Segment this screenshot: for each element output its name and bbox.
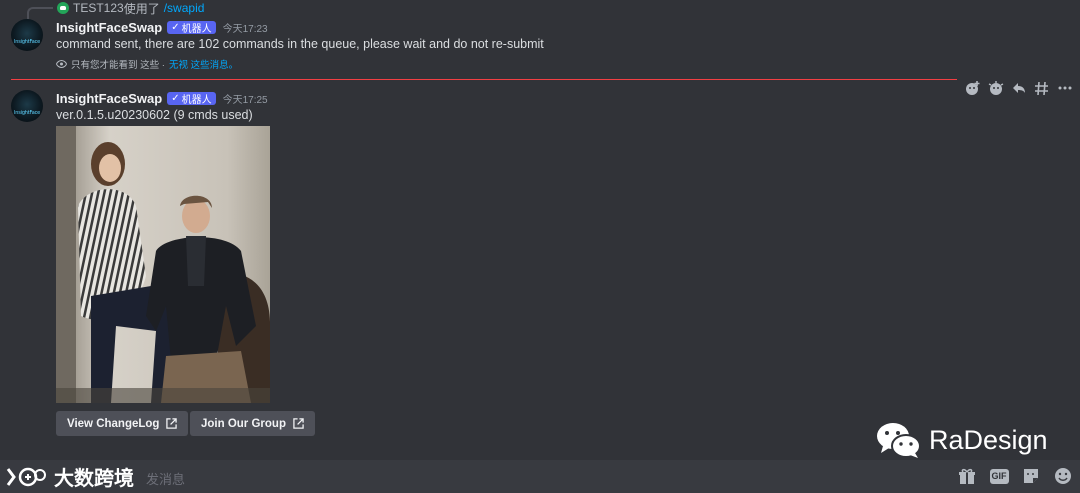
username[interactable]: InsightFaceSwap (56, 20, 162, 35)
reply-user-avatar-icon (57, 2, 69, 14)
bot-tag: ✓ 机器人 (167, 20, 216, 35)
external-link-icon (166, 418, 178, 429)
dashu-logo-text: 大数跨境 (54, 468, 134, 490)
add-reaction-icon[interactable] (963, 78, 983, 98)
dashu-logo-watermark: 大数跨境 (6, 462, 134, 491)
reply-icon[interactable] (1009, 78, 1029, 98)
emoji-icon[interactable] (1052, 465, 1074, 487)
gift-icon[interactable] (956, 465, 978, 487)
timestamp[interactable]: 今天17:23 (223, 20, 268, 35)
bot-tag: ✓ 机器人 (167, 91, 216, 106)
external-link-icon (293, 418, 304, 429)
message-actions-toolbar (957, 74, 1080, 102)
new-messages-divider (11, 79, 961, 80)
photo-illustration (56, 126, 270, 403)
dismiss-message-link[interactable]: 无视 这些消息。 (169, 57, 238, 71)
message-composer[interactable]: 发消息 (0, 460, 1080, 493)
composer-placeholder: 发消息 (146, 472, 186, 487)
ephemeral-note: 只有您才能看到 这些 · (71, 60, 165, 71)
check-icon: ✓ (171, 92, 180, 104)
reply-action: 使用了 (123, 1, 160, 16)
gif-icon[interactable]: GIF (988, 465, 1010, 487)
reply-reference[interactable]: TEST123 使用了 /swapid (57, 1, 205, 16)
image-attachment[interactable] (56, 126, 270, 403)
composer-actions: GIF (956, 465, 1074, 487)
message-text: command sent, there are 102 commands in … (56, 37, 544, 51)
more-icon[interactable] (1055, 78, 1075, 98)
dashu-logo-icon (6, 467, 46, 486)
wechat-icon (877, 423, 921, 458)
join-our-group-button[interactable]: Join Our Group (190, 411, 315, 436)
radesign-watermark: RaDesign (875, 420, 1048, 460)
message-text: ver.0.1.5.u20230602 (9 cmds used) (56, 108, 253, 122)
reply-username[interactable]: TEST123 (73, 1, 124, 15)
username[interactable]: InsightFaceSwap (56, 91, 162, 106)
timestamp[interactable]: 今天17:25 (223, 91, 268, 106)
eye-icon (56, 60, 67, 68)
reply-command[interactable]: /swapid (164, 1, 205, 15)
add-super-reaction-icon[interactable] (986, 78, 1006, 98)
avatar[interactable]: InsightFace (11, 19, 43, 51)
ephemeral-notice: 只有您才能看到 这些 · 无视 这些消息。 (56, 57, 238, 71)
avatar[interactable]: InsightFace (11, 90, 43, 122)
check-icon: ✓ (171, 21, 180, 33)
reply-connector (27, 7, 53, 19)
sticker-icon[interactable] (1020, 465, 1042, 487)
view-changelog-button[interactable]: View ChangeLog (56, 411, 189, 436)
radesign-brand: RaDesign (929, 424, 1048, 455)
create-thread-icon[interactable] (1032, 78, 1052, 98)
